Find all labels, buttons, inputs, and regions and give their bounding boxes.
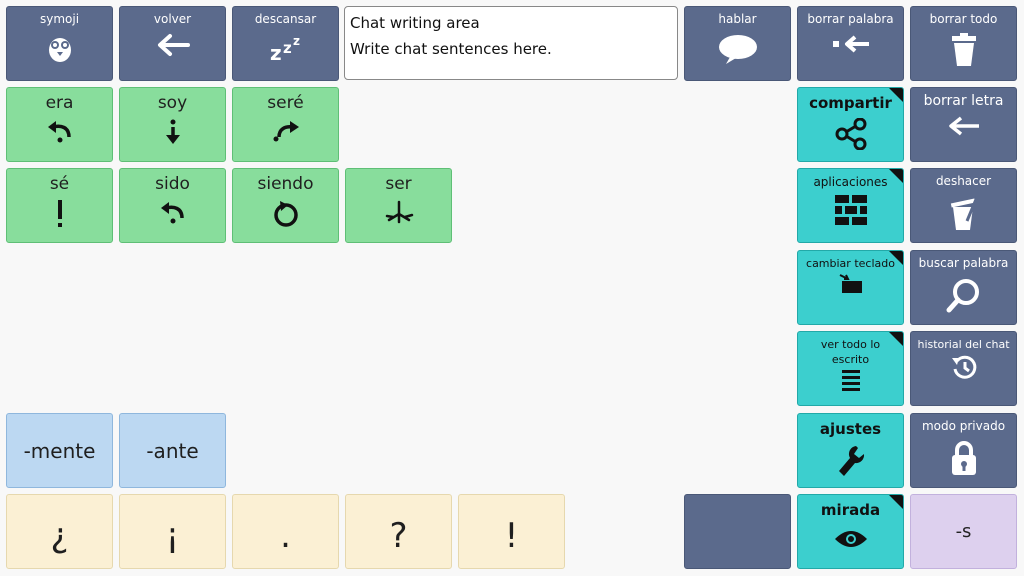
sleep-zzz-icon: zzz [268,33,304,63]
eye-icon [833,529,869,549]
punct-question-label: ? [389,515,408,556]
symoji-button[interactable]: symoji [6,6,113,81]
punct-inverted-question-label: ¿ [50,515,69,556]
suffix-mente-button[interactable]: -mente [6,413,113,488]
historial-label: historial del chat [917,338,1010,351]
svg-text:z: z [283,39,292,57]
chat-placeholder: Write chat sentences here. [350,40,552,58]
verb-sido-button[interactable]: sido [119,168,226,243]
apps-brick-icon [834,195,867,225]
descansar-label: descansar [254,12,317,26]
verb-sere-label: seré [267,93,304,113]
hablar-button[interactable]: hablar [684,6,791,81]
hablar-label: hablar [718,12,757,26]
modo-privado-button[interactable]: modo privado [910,413,1017,488]
borrar-todo-button[interactable]: borrar todo [910,6,1017,81]
volver-label: volver [153,12,192,26]
trash-icon [950,33,978,67]
compartir-button[interactable]: compartir [797,87,904,162]
empty-cell-button[interactable] [684,494,791,569]
borrar-todo-label: borrar todo [929,12,998,26]
change-keyboard-icon [838,273,864,295]
punct-inverted-exclamation-label: ¡ [165,515,180,556]
verb-se-button[interactable]: sé [6,168,113,243]
verb-siendo-label: siendo [257,174,314,194]
suffix-s-label: -s [955,521,972,542]
punct-period-label: . [280,515,291,556]
chat-writing-area[interactable]: Chat writing area Write chat sentences h… [344,6,678,80]
exclamation-icon [55,200,65,228]
aplicaciones-label: aplicaciones [813,175,888,189]
future-arrow-icon [271,119,301,143]
ajustes-button[interactable]: ajustes [797,413,904,488]
compartir-label: compartir [809,94,892,112]
suffix-mente-label: -mente [23,438,96,463]
verb-soy-label: soy [157,93,188,113]
svg-text:z: z [293,34,300,48]
mirada-label: mirada [820,501,881,519]
buscar-palabra-button[interactable]: buscar palabra [910,250,1017,325]
backspace-arrow-icon [947,115,981,137]
verb-ser-label: ser [385,174,412,194]
symoji-label: symoji [39,12,80,26]
verb-soy-button[interactable]: soy [119,87,226,162]
ver-todo-button[interactable]: ver todo lo escrito [797,331,904,406]
verb-ser-button[interactable]: ser [345,168,452,243]
volver-button[interactable]: volver [119,6,226,81]
gerund-loop-icon [272,200,300,228]
historial-button[interactable]: historial del chat [910,331,1017,406]
present-arrow-icon [163,119,183,145]
borrar-palabra-label: borrar palabra [807,12,894,26]
verb-sere-button[interactable]: seré [232,87,339,162]
verb-se-label: sé [49,174,70,194]
svg-text:z: z [270,41,282,63]
search-icon [946,277,982,313]
owl-icon [46,33,74,63]
aplicaciones-button[interactable]: aplicaciones [797,168,904,243]
deshacer-label: deshacer [935,174,992,188]
punct-inverted-question-button[interactable]: ¿ [6,494,113,569]
root-icon [383,200,415,224]
lock-icon [950,440,978,476]
text-lines-icon [841,369,860,391]
punct-inverted-exclamation-button[interactable]: ¡ [119,494,226,569]
past-arrow-icon [45,119,75,143]
borrar-letra-label: borrar letra [923,93,1004,109]
borrar-letra-button[interactable]: borrar letra [910,87,1017,162]
arrow-left-icon [156,33,190,57]
verb-era-label: era [45,93,74,113]
history-icon [950,354,978,380]
buscar-palabra-label: buscar palabra [918,256,1009,270]
descansar-button[interactable]: descansar zzz [232,6,339,81]
delete-word-icon [831,33,871,55]
cambiar-teclado-button[interactable]: cambiar teclado [797,250,904,325]
ajustes-label: ajustes [819,420,882,438]
suffix-ante-button[interactable]: -ante [119,413,226,488]
share-icon [834,118,868,150]
chat-title: Chat writing area [350,14,480,32]
verb-era-button[interactable]: era [6,87,113,162]
past-participle-icon [158,200,188,224]
wrench-icon [836,444,866,478]
verb-siendo-button[interactable]: siendo [232,168,339,243]
punct-exclamation-label: ! [504,515,519,556]
suffix-s-button[interactable]: -s [910,494,1017,569]
mirada-button[interactable]: mirada [797,494,904,569]
punct-exclamation-button[interactable]: ! [458,494,565,569]
deshacer-button[interactable]: deshacer [910,168,1017,243]
punct-question-button[interactable]: ? [345,494,452,569]
borrar-palabra-button[interactable]: borrar palabra [797,6,904,81]
suffix-ante-label: -ante [146,438,199,463]
punct-period-button[interactable]: . [232,494,339,569]
undo-trash-icon [947,195,981,231]
verb-sido-label: sido [155,174,190,194]
ver-todo-label: ver todo lo escrito [820,338,881,366]
cambiar-teclado-label: cambiar teclado [806,257,895,270]
speech-bubble-icon [718,33,758,65]
modo-privado-label: modo privado [921,419,1006,433]
